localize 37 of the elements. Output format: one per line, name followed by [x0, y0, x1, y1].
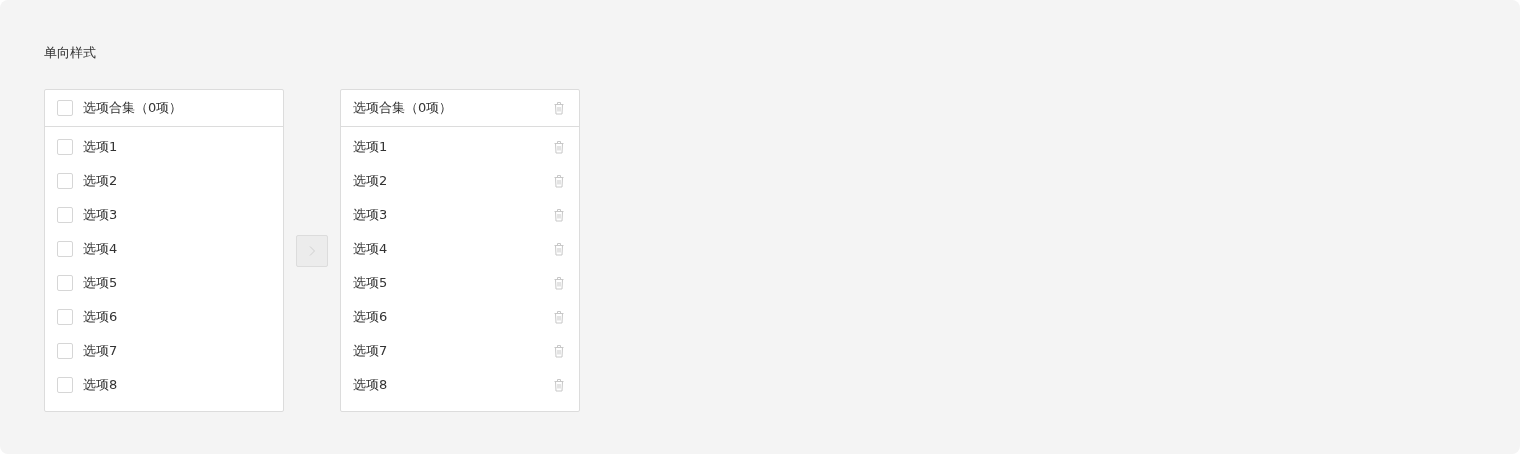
option-label: 选项5 — [83, 274, 118, 292]
list-header-title: 选项合集（0项） — [353, 99, 454, 117]
checkbox[interactable] — [57, 100, 73, 116]
option-label: 选项6 — [83, 308, 118, 326]
checkbox[interactable] — [57, 309, 73, 325]
option-label: 选项4 — [353, 240, 389, 258]
trash-icon[interactable] — [553, 344, 565, 358]
checkbox[interactable] — [57, 343, 73, 359]
trash-icon[interactable] — [553, 378, 565, 392]
option-label: 选项8 — [353, 376, 389, 394]
option-label: 选项3 — [353, 206, 389, 224]
trash-icon[interactable] — [553, 101, 565, 115]
option-label: 选项1 — [83, 138, 118, 156]
option-label: 选项7 — [83, 342, 118, 360]
trash-icon[interactable] — [553, 208, 565, 222]
option-label: 选项1 — [353, 138, 389, 156]
trash-icon[interactable] — [553, 276, 565, 290]
option-label: 选项2 — [83, 172, 118, 190]
checkbox[interactable] — [57, 173, 73, 189]
checkbox[interactable] — [57, 275, 73, 291]
checkbox[interactable] — [57, 207, 73, 223]
option-label: 选项7 — [353, 342, 389, 360]
checkbox[interactable] — [57, 377, 73, 393]
list-header-title: 选项合集（0项） — [83, 99, 183, 117]
trash-icon[interactable] — [553, 174, 565, 188]
section-title: 单向样式 — [44, 44, 97, 62]
option-label: 选项5 — [353, 274, 389, 292]
checkbox[interactable] — [57, 139, 73, 155]
option-label: 选项2 — [353, 172, 389, 190]
option-label: 选项6 — [353, 308, 389, 326]
option-label: 选项4 — [83, 240, 118, 258]
option-label: 选项3 — [83, 206, 118, 224]
trash-icon[interactable] — [553, 140, 565, 154]
checkbox[interactable] — [57, 241, 73, 257]
trash-icon[interactable] — [553, 310, 565, 324]
option-label: 选项8 — [83, 376, 118, 394]
trash-icon[interactable] — [553, 242, 565, 256]
